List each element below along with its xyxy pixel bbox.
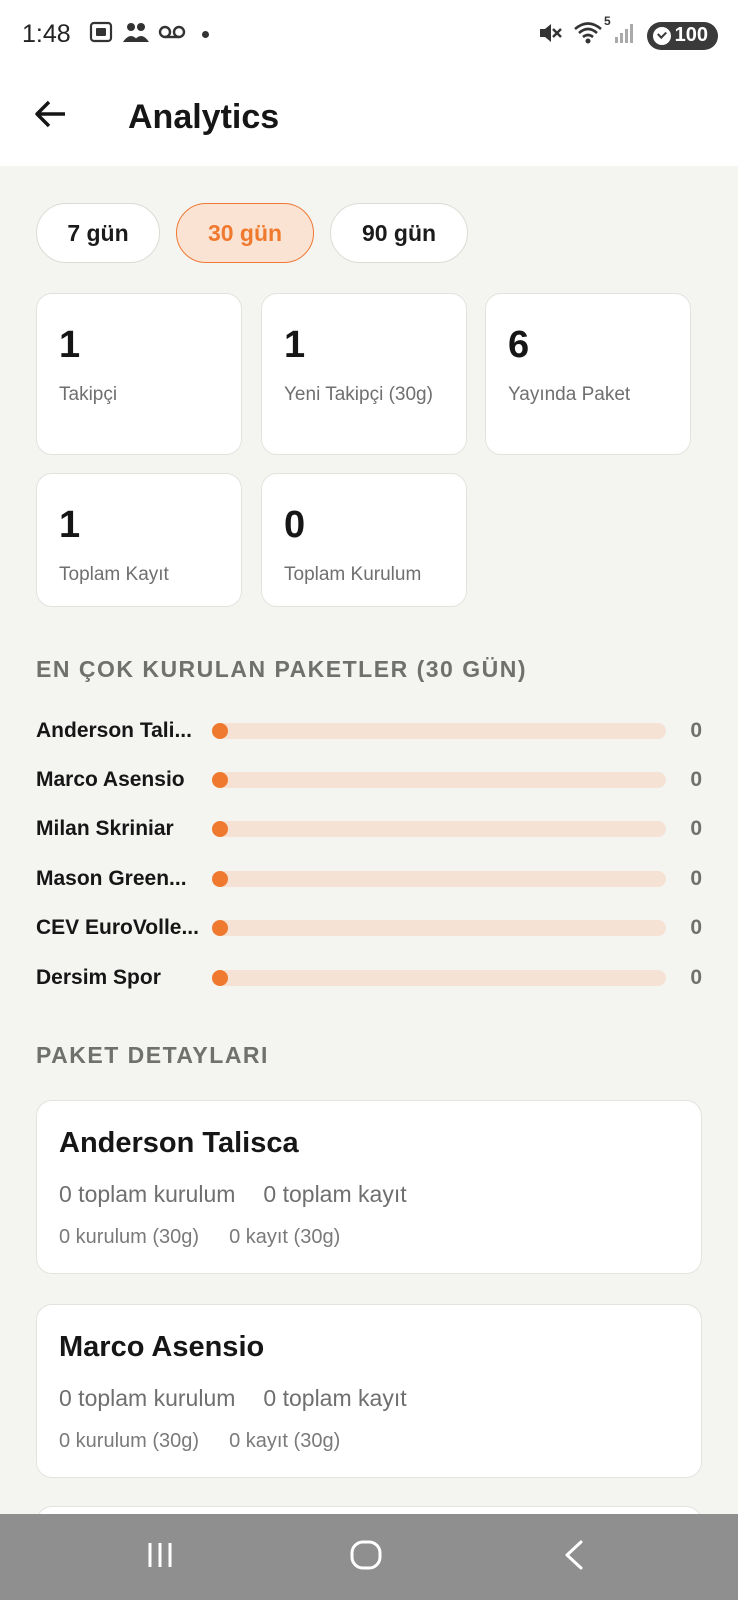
package-bar-fill [212,821,228,837]
package-totals: 0 toplam kurulum 0 toplam kayıt [59,1385,407,1412]
package-bar-fill [212,871,228,887]
package-total-subscriptions: 0 toplam kayıt [263,1181,407,1207]
range-selector: 7 gün 30 gün 90 gün [36,203,468,263]
people-icon [122,20,150,49]
signal-icon [613,21,637,50]
package-bar-name: Anderson Tali... [36,719,192,742]
back-icon [562,1539,586,1576]
range-chip-7[interactable]: 7 gün [36,203,160,263]
package-name: Marco Asensio [59,1331,265,1363]
arrow-left-icon [33,99,67,134]
package-bar-row: Milan Skriniar 0 [36,814,702,844]
package-bar-name: Milan Skriniar [36,817,174,840]
package-totals: 0 toplam kurulum 0 toplam kayıt [59,1181,407,1208]
package-bar-row: Mason Green... 0 [36,864,702,894]
package-bar-track [212,772,666,788]
home-icon [349,1539,383,1576]
package-bar-name: Mason Green... [36,867,187,890]
package-total-subscriptions: 0 toplam kayıt [263,1385,407,1411]
stat-card-total-subscriptions: 1 Toplam Kayıt [36,473,242,607]
package-bar-value: 0 [690,817,702,840]
package-bar-name: Dersim Spor [36,966,161,989]
mute-icon [537,20,563,51]
wifi-icon: 5 [573,14,611,51]
stat-label: Takipçi [59,384,118,405]
package-bar-track [212,970,666,986]
notification-dot-icon [202,31,209,38]
package-bar-value: 0 [690,768,702,791]
package-bar-row: Dersim Spor 0 [36,963,702,993]
package-subscriptions-30d: 0 kayıt (30g) [229,1430,341,1452]
package-bar-row: CEV EuroVolle... 0 [36,913,702,943]
package-detail-card[interactable]: Anderson Talisca 0 toplam kurulum 0 topl… [36,1100,702,1274]
package-bar-value: 0 [690,966,702,989]
stat-value: 6 [508,324,530,366]
package-installs-30d: 0 kurulum (30g) [59,1226,200,1248]
stat-value: 0 [284,504,306,546]
stat-value: 1 [59,324,81,366]
recent-apps-button[interactable] [130,1534,190,1580]
screenshot-icon [88,20,114,49]
range-chip-90[interactable]: 90 gün [330,203,468,263]
stat-label: Toplam Kurulum [284,564,422,585]
package-bar-value: 0 [690,916,702,939]
battery-indicator: 100 [646,21,718,50]
package-bar-value: 0 [690,867,702,890]
package-details-title: PAKET DETAYLARI [36,1042,269,1068]
stat-card-new-followers: 1 Yeni Takipçi (30g) [261,293,467,455]
stat-card-followers: 1 Takipçi [36,293,242,455]
stat-card-total-installs: 0 Toplam Kurulum [261,473,467,607]
back-button[interactable] [26,92,74,140]
package-name: Anderson Talisca [59,1127,299,1159]
package-bar-name: CEV EuroVolle... [36,916,199,939]
home-button[interactable] [336,1534,396,1580]
stat-label: Yeni Takipçi (30g) [284,384,433,405]
package-total-installs: 0 toplam kurulum [59,1385,236,1411]
top-packages-title: EN ÇOK KURULAN PAKETLER (30 GÜN) [36,656,527,682]
stat-card-live-packages: 6 Yayında Paket [485,293,691,455]
package-bar-track [212,821,666,837]
voicemail-icon [158,24,186,45]
package-30d-stats: 0 kurulum (30g) 0 kayıt (30g) [59,1226,340,1249]
package-detail-card[interactable]: Marco Asensio 0 toplam kurulum 0 toplam … [36,1304,702,1478]
stat-label: Yayında Paket [508,384,631,405]
package-bar-track [212,723,666,739]
battery-level: 100 [674,24,708,46]
recent-apps-icon [145,1541,175,1574]
package-bar-row: Marco Asensio 0 [36,765,702,795]
status-time: 1:48 [22,20,71,48]
package-total-installs: 0 toplam kurulum [59,1181,236,1207]
package-bar-fill [212,723,228,739]
package-bar-track [212,871,666,887]
package-installs-30d: 0 kurulum (30g) [59,1430,200,1452]
package-subscriptions-30d: 0 kayıt (30g) [229,1226,341,1248]
status-left-icons [88,20,209,49]
app-bar: Analytics [0,70,738,166]
package-bar-value: 0 [690,719,702,742]
stat-value: 1 [59,504,81,546]
range-chip-30[interactable]: 30 gün [176,203,314,263]
package-bar-row: Anderson Tali... 0 [36,716,702,746]
stat-value: 1 [284,324,306,366]
battery-shield-icon [652,26,671,45]
system-nav-bar [0,1514,738,1600]
system-back-button[interactable] [544,1534,604,1580]
status-bar: 1:48 5 100 [0,0,738,70]
stat-label: Toplam Kayıt [59,564,169,585]
package-bar-fill [212,772,228,788]
status-right-icons: 5 100 [537,14,718,51]
package-bar-fill [212,920,228,936]
package-bar-track [212,920,666,936]
package-bar-fill [212,970,228,986]
package-30d-stats: 0 kurulum (30g) 0 kayıt (30g) [59,1430,340,1453]
package-bar-name: Marco Asensio [36,768,185,791]
page-title: Analytics [128,98,280,136]
wifi-label: 5 [603,14,611,28]
